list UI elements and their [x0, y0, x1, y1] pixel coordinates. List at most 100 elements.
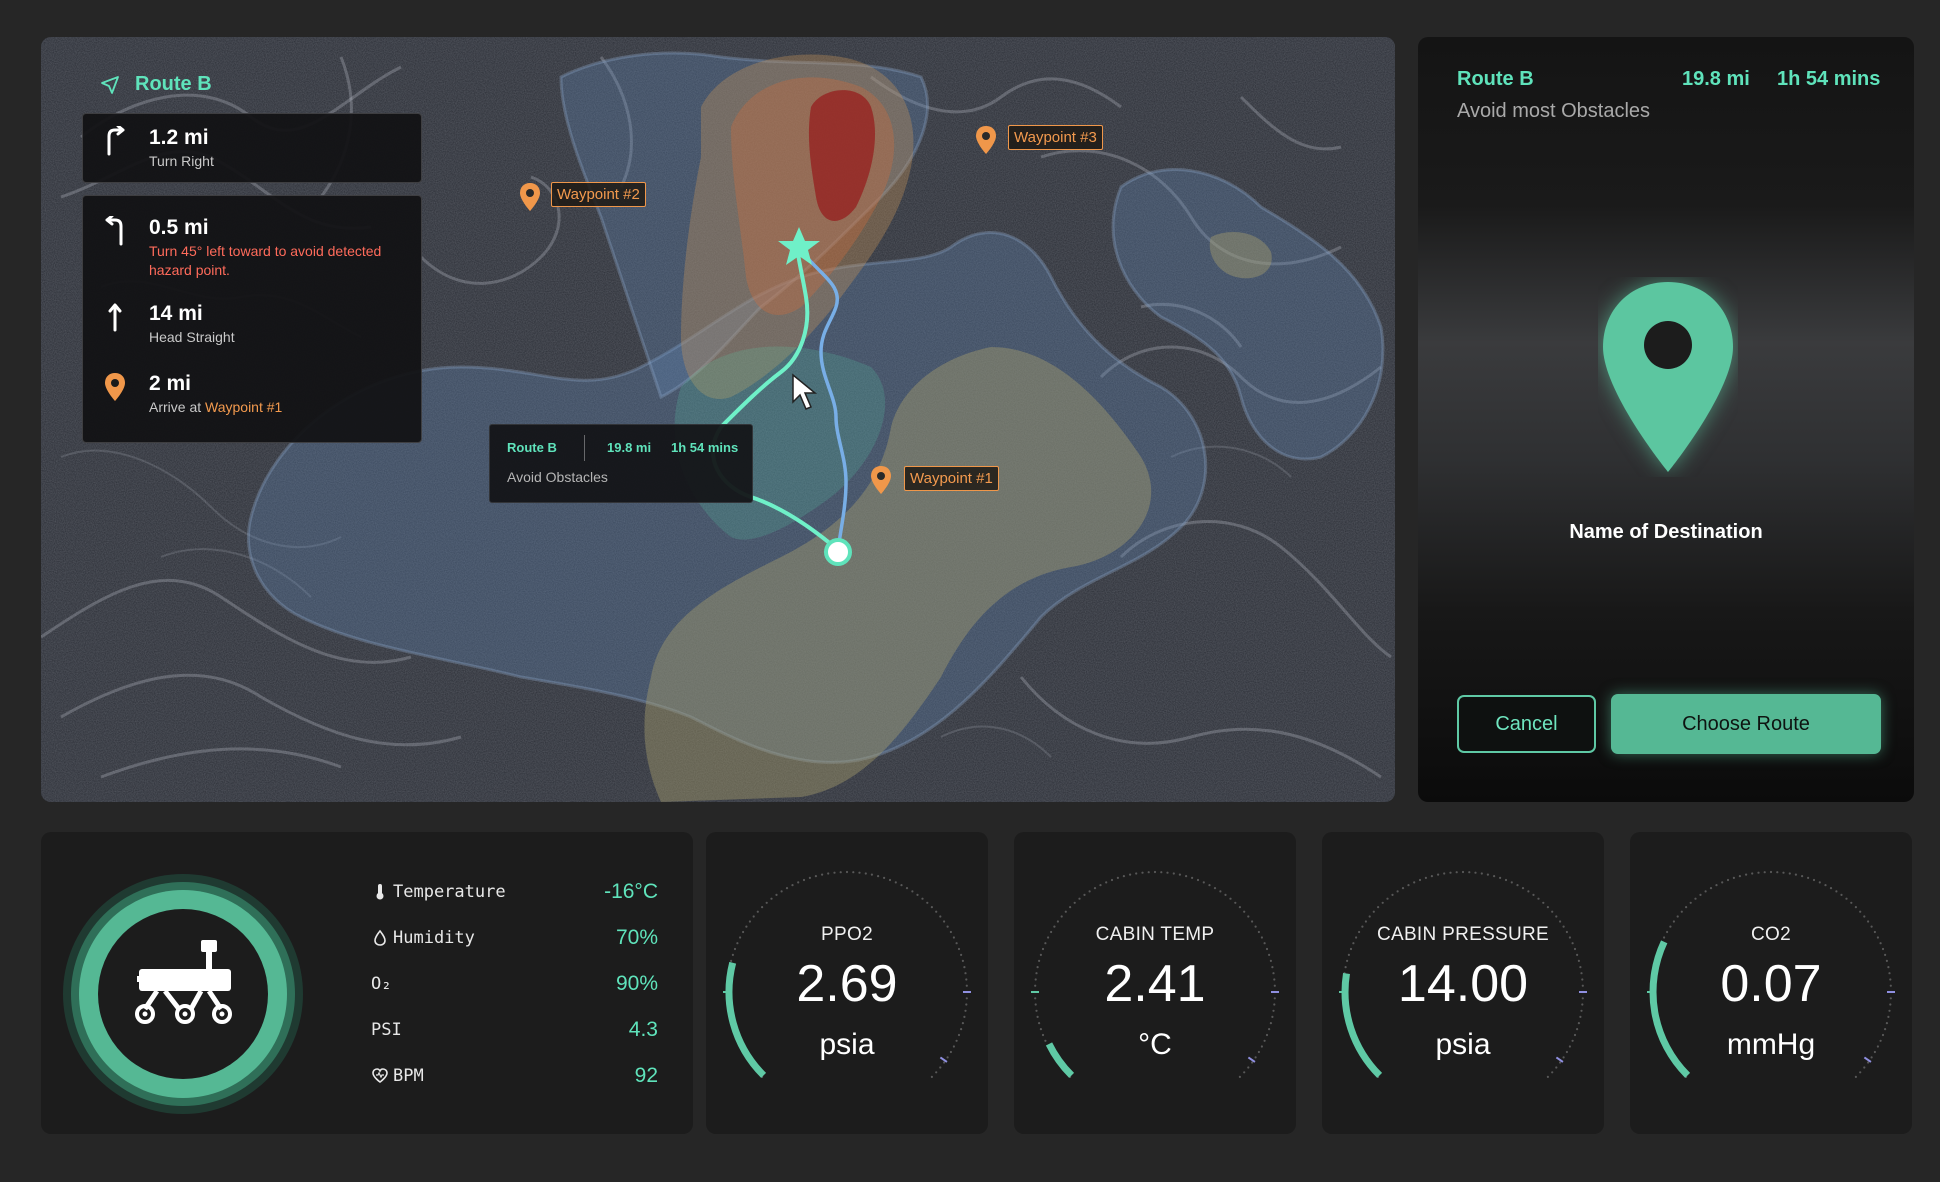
gauge-tick: [1401, 887, 1405, 890]
gauge-tick: [916, 893, 919, 896]
gauge-tick: [926, 901, 929, 904]
gauge-tick: [1516, 884, 1519, 887]
droplet-icon: [374, 929, 386, 946]
waypoint-3-label[interactable]: Waypoint #3: [1008, 125, 1103, 150]
gauge-value: 0.07: [1720, 955, 1822, 1013]
gauge-tick: [1060, 915, 1063, 918]
gauge-tick: [814, 875, 817, 878]
nav-step[interactable]: 14 mi Head Straight: [99, 302, 235, 347]
gauge-tick: [1704, 890, 1707, 893]
gauge-tick: [1141, 871, 1144, 874]
straight-arrow-icon: [108, 303, 122, 332]
waypoint-link[interactable]: Waypoint #1: [205, 399, 282, 415]
gauge-tick: [1056, 920, 1059, 923]
gauge-tick: [900, 884, 903, 887]
stat-bpm: BPM 92: [371, 1064, 658, 1090]
stat-psi: PSI 4.3: [371, 1018, 658, 1044]
gauge-tick: [1577, 1022, 1580, 1025]
gauge-tick: [1699, 893, 1702, 896]
gauge-tick: [1265, 947, 1269, 951]
gauge-tick: [1521, 887, 1525, 890]
gauge-label: CABIN TEMP: [1095, 924, 1215, 945]
gauge-tick: [1782, 871, 1785, 874]
rover-status-ring: [63, 874, 303, 1114]
gauge-tick: [765, 901, 768, 904]
nav-steps-list: 0.5 mi Turn 45° left toward to avoid det…: [82, 195, 422, 443]
gauge-tick: [930, 906, 933, 909]
gauge-tick: [1036, 1015, 1039, 1018]
gauge-tick: [1840, 893, 1843, 896]
gauge-tick: [821, 873, 824, 876]
waypoint-3-pin-icon[interactable]: [975, 125, 997, 155]
gauge-tick: [775, 893, 778, 896]
gauge-tick: [1776, 871, 1779, 874]
step-description: Turn Right: [149, 153, 214, 169]
waypoint-2-pin-icon[interactable]: [519, 182, 541, 212]
step-distance: 0.5 mi: [149, 216, 209, 239]
gauge-tick: [1504, 878, 1508, 882]
gauge-tick: [1247, 915, 1250, 918]
gauge-tick: [756, 910, 759, 913]
location-pin-icon: [105, 373, 125, 401]
gauge-tick: [1229, 897, 1232, 900]
gauge-value: 2.69: [796, 955, 898, 1013]
gauge-tick: [1105, 881, 1108, 884]
gauge-tick: [1546, 906, 1549, 909]
gauge-tick: [791, 884, 794, 887]
turn-right-icon: [107, 126, 125, 156]
gauge-tick: [1418, 878, 1422, 882]
tooltip-time: 1h 54 mins: [671, 440, 739, 455]
gauge-tick: [785, 887, 789, 890]
waypoint-1-pin-icon[interactable]: [870, 465, 892, 495]
gauge-tick: [911, 890, 914, 893]
gauge-tick: [1555, 915, 1558, 918]
gauge-tick: [1468, 871, 1471, 874]
vitals-panel: Temperature -16°C Humidity 70% O₂ 90% PS…: [41, 832, 693, 1134]
gauge-label: PPO2: [821, 924, 873, 945]
tooltip-distance: 19.8 mi: [607, 440, 652, 455]
gauge-tick: [1424, 876, 1427, 879]
gauge-tick: [1430, 875, 1433, 878]
choose-route-button[interactable]: Choose Route: [1611, 694, 1881, 754]
gauge-tick: [827, 872, 830, 875]
route-name: Route B: [135, 73, 212, 95]
stat-value: -16°C: [604, 880, 658, 903]
gauge-tick: [808, 876, 811, 879]
nav-step-card-current[interactable]: 1.2 mi Turn Right: [82, 113, 422, 183]
gauge-tick: [1224, 893, 1227, 896]
stat-label: Humidity: [393, 928, 475, 948]
gauge-tick: [1709, 887, 1713, 890]
waypoint-1-label[interactable]: Waypoint #1: [904, 466, 999, 491]
gauge-tick: [761, 906, 764, 909]
gauge-tick: [1807, 876, 1810, 879]
gauge-ppo2: PPO2 2.69 psia: [706, 832, 988, 1134]
gauge-tick: [1732, 876, 1735, 879]
nav-step[interactable]: 0.5 mi Turn 45° left toward to avoid det…: [99, 216, 419, 280]
nav-step[interactable]: 2 mi Arrive at Waypoint #1: [99, 372, 282, 417]
gauge-tick: [1083, 893, 1086, 896]
gauge-tick: [1486, 873, 1489, 876]
gauge-tick: [1532, 893, 1535, 896]
gauge-unit: psia: [819, 1028, 875, 1061]
gauge-tick: [1835, 890, 1838, 893]
route-tooltip[interactable]: Route B 19.8 mi 1h 54 mins Avoid Obstacl…: [489, 424, 753, 503]
gauge-tick: [905, 887, 909, 890]
gauge-tick: [1243, 910, 1246, 913]
gauge-tick: [1751, 872, 1754, 875]
gauge-tick: [733, 947, 737, 951]
gauge-tick: [870, 873, 873, 876]
waypoint-2-label[interactable]: Waypoint #2: [551, 182, 646, 207]
gauge-tick: [1763, 871, 1766, 874]
destination-time: 1h 54 mins: [1777, 68, 1881, 90]
step-description: Head Straight: [149, 329, 235, 345]
cancel-button[interactable]: Cancel: [1457, 695, 1596, 753]
gauge-tick: [1377, 906, 1380, 909]
gauge-tick: [957, 947, 961, 951]
gauge-tick: [1449, 871, 1452, 874]
gauge-tick: [1854, 1075, 1857, 1078]
map-panel[interactable]: Waypoint #2 Waypoint #3 Waypoint #1 Rout…: [41, 37, 1395, 802]
gauge-tick: [1116, 876, 1119, 879]
gauge-unit: psia: [1435, 1028, 1491, 1061]
stat-value: 92: [634, 1064, 658, 1087]
gauge-tick: [1147, 871, 1150, 874]
